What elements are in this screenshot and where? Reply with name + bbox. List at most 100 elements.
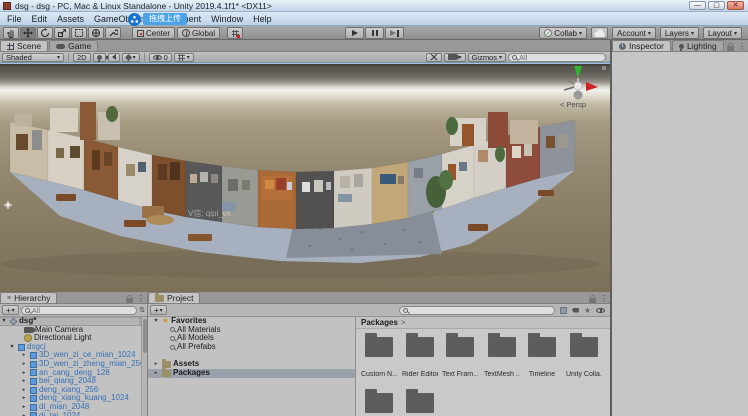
scene-viewport[interactable]: V信: qipi_vx < Persp bbox=[0, 63, 610, 292]
effects-icon bbox=[125, 53, 132, 60]
folder-icon bbox=[570, 337, 598, 357]
lock-icon[interactable] bbox=[589, 298, 596, 303]
project-search-input[interactable] bbox=[410, 306, 551, 315]
game-icon bbox=[56, 44, 65, 49]
hand-tool-icon[interactable] bbox=[3, 27, 19, 39]
tab-lighting[interactable]: Lighting bbox=[672, 40, 724, 51]
collab-overlay-icon bbox=[128, 13, 141, 26]
folder-icon bbox=[162, 370, 171, 377]
folder-icon bbox=[365, 393, 393, 413]
hierarchy-search-input[interactable] bbox=[32, 306, 133, 315]
create-button[interactable]: +▾ bbox=[150, 305, 167, 315]
close-button[interactable]: ✕ bbox=[727, 1, 744, 10]
account-dropdown[interactable]: Account▾ bbox=[612, 27, 656, 39]
project-search-field[interactable] bbox=[399, 306, 555, 315]
panel-menu-icon[interactable]: ⋮ bbox=[738, 42, 746, 51]
hidden-packages-icon[interactable] bbox=[596, 308, 605, 313]
lighting-toggle[interactable] bbox=[93, 53, 106, 62]
audio-toggle[interactable] bbox=[108, 53, 120, 62]
tab-project[interactable]: Project bbox=[148, 292, 200, 303]
scene-visibility-toggle[interactable]: 0 bbox=[149, 53, 172, 62]
menu-edit[interactable]: Edit bbox=[27, 12, 53, 26]
lighting-bulb-icon bbox=[679, 44, 684, 49]
main-toolbar: Center Global Collab▾ Account▾ Layers▾ L… bbox=[0, 26, 748, 40]
perspective-label[interactable]: < Persp bbox=[560, 100, 586, 109]
hierarchy-search-field[interactable] bbox=[21, 306, 137, 315]
2d-toggle[interactable]: 2D bbox=[73, 53, 91, 62]
panel-menu-icon[interactable]: ⋮ bbox=[137, 294, 145, 303]
rect-tool-icon[interactable] bbox=[71, 27, 87, 39]
project-panel: Project ⋮ +▾ ★ ▼ ★ Favor bbox=[148, 292, 610, 416]
collab-check-icon bbox=[544, 29, 552, 37]
pivot-toggle-button[interactable]: Center bbox=[132, 27, 175, 39]
folder-icon bbox=[446, 337, 474, 357]
tab-hierarchy[interactable]: ≡Hierarchy bbox=[0, 292, 57, 303]
save-search-icon[interactable]: ★ bbox=[584, 306, 591, 315]
orientation-toggle-button[interactable]: Global bbox=[177, 27, 220, 39]
editor-tools-button[interactable] bbox=[426, 53, 442, 62]
favorite-all-prefabs[interactable]: All Prefabs bbox=[148, 343, 355, 352]
package-folder[interactable]: Unity Colla... bbox=[566, 337, 602, 378]
sort-icon[interactable]: ⇅ bbox=[139, 306, 145, 314]
custom-tool-icon[interactable] bbox=[105, 27, 121, 39]
package-folder[interactable]: TextMesh ... bbox=[484, 337, 520, 378]
panel-menu-icon[interactable]: ⋮ bbox=[600, 294, 608, 303]
breadcrumb-folder[interactable]: Packages bbox=[361, 318, 398, 327]
scene-header-row[interactable]: ▼ dsg* ⋮ bbox=[0, 317, 147, 326]
lock-icon[interactable] bbox=[727, 46, 734, 51]
cloud-button[interactable] bbox=[591, 27, 608, 39]
step-button[interactable] bbox=[385, 27, 404, 39]
menu-window[interactable]: Window bbox=[206, 12, 248, 26]
scene-search-input[interactable] bbox=[519, 53, 602, 62]
draw-mode-dropdown[interactable]: Shaded▾ bbox=[2, 53, 64, 62]
restore-button[interactable]: ▢ bbox=[708, 1, 725, 10]
gizmo-center[interactable] bbox=[574, 82, 582, 90]
project-folder-tree: ▼ ★ Favorites All Materials All Models A… bbox=[148, 317, 355, 416]
hierarchy-item-directional-light[interactable]: Directional Light bbox=[0, 334, 147, 343]
play-button[interactable] bbox=[345, 27, 364, 39]
transform-tool-icon[interactable] bbox=[88, 27, 104, 39]
camera-settings-dropdown[interactable]: ▾ bbox=[444, 53, 466, 62]
prefab-icon bbox=[30, 352, 37, 359]
package-folder[interactable]: Custom N... bbox=[361, 337, 397, 378]
minimize-button[interactable]: — bbox=[689, 1, 706, 10]
screen-recorder-upload-overlay[interactable]: 拖拽上传 bbox=[128, 12, 187, 26]
floor-watermark: V信: qipi_vx bbox=[188, 208, 231, 218]
gizmos-dropdown[interactable]: Gizmos▾ bbox=[468, 53, 506, 62]
pause-button[interactable] bbox=[365, 27, 384, 39]
scene-search-field[interactable] bbox=[508, 53, 606, 62]
hierarchy-scrollbar[interactable] bbox=[141, 317, 147, 416]
package-folder[interactable] bbox=[402, 393, 438, 416]
menu-assets[interactable]: Assets bbox=[52, 12, 89, 26]
package-folder[interactable]: Rider Editor bbox=[402, 337, 438, 378]
search-by-label-icon[interactable] bbox=[572, 308, 579, 313]
scene-tabstrip: Scene Game bbox=[0, 40, 612, 52]
effects-dropdown[interactable]: ▾ bbox=[122, 53, 140, 62]
layout-dropdown[interactable]: Layout▾ bbox=[703, 27, 742, 39]
menu-file[interactable]: File bbox=[2, 12, 27, 26]
tab-scene[interactable]: Scene bbox=[0, 40, 48, 51]
gizmo-z-axis[interactable] bbox=[574, 91, 583, 100]
package-folder[interactable]: Text Fram... bbox=[442, 337, 478, 378]
folder-packages[interactable]: ▸ Packages bbox=[148, 369, 355, 378]
menu-help[interactable]: Help bbox=[248, 12, 277, 26]
package-folder[interactable] bbox=[361, 393, 397, 416]
project-tabstrip: Project ⋮ bbox=[148, 292, 610, 304]
search-by-type-icon[interactable] bbox=[560, 307, 567, 314]
grid-visibility-dropdown[interactable]: ▾ bbox=[174, 53, 194, 62]
collab-button[interactable]: Collab▾ bbox=[539, 27, 587, 39]
layers-dropdown[interactable]: Layers▾ bbox=[660, 27, 699, 39]
hierarchy-item[interactable]: ▸di_tai_1024 bbox=[0, 412, 147, 416]
package-folder[interactable]: Timeline bbox=[524, 337, 560, 378]
grid-snapping-button[interactable] bbox=[227, 27, 243, 39]
snap-grid-icon bbox=[232, 30, 239, 37]
prefab-icon bbox=[30, 404, 37, 411]
rotate-tool-icon[interactable] bbox=[37, 27, 53, 39]
create-button[interactable]: +▾ bbox=[2, 305, 19, 315]
move-tool-icon[interactable] bbox=[20, 27, 36, 39]
speaker-icon bbox=[112, 54, 116, 60]
lock-icon[interactable] bbox=[126, 298, 133, 303]
scale-tool-icon[interactable] bbox=[54, 27, 70, 39]
tab-game[interactable]: Game bbox=[49, 40, 98, 51]
tab-inspector[interactable]: Inspector bbox=[612, 40, 671, 51]
